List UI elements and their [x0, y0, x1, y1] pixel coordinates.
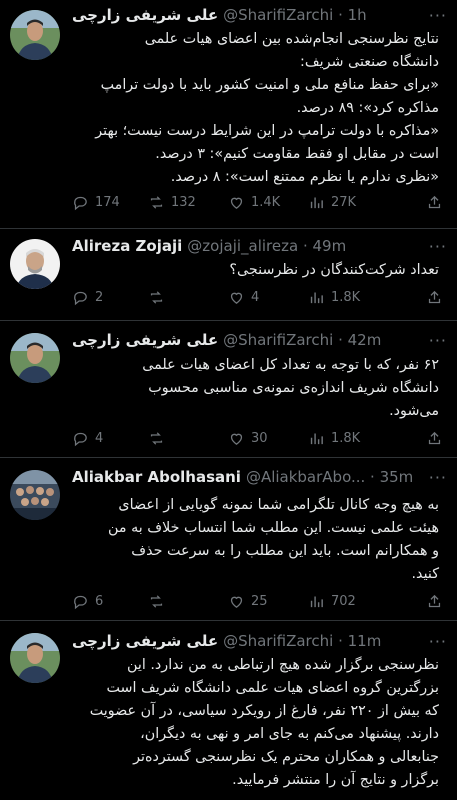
reply-count: 6	[95, 593, 104, 609]
tweet[interactable]: علی شریفی زارچی @SharifiZarchi · 1h ··· …	[0, 0, 457, 228]
like-button[interactable]: 25	[228, 593, 268, 610]
share-icon	[428, 594, 441, 607]
views-button[interactable]: 1.8K	[308, 289, 360, 306]
tweet-text: ۶۲ نفر، که با توجه به تعداد کل اعضای هیا…	[142, 357, 439, 419]
bar-chart-icon	[310, 197, 323, 208]
retweet-icon	[150, 594, 163, 608]
like-button[interactable]: 4	[228, 289, 259, 306]
tweet-actions: 4 30 1.8K	[72, 428, 443, 448]
avatar[interactable]	[10, 470, 60, 520]
reply-button[interactable]: 2	[72, 289, 103, 306]
tweet[interactable]: علی شریفی زارچی @SharifiZarchi · 42m ···…	[0, 321, 457, 457]
retweet-button[interactable]	[148, 430, 171, 447]
avatar[interactable]	[10, 633, 60, 683]
reply-icon	[74, 432, 87, 446]
heart-icon	[230, 596, 243, 608]
retweet-button[interactable]	[148, 289, 171, 306]
heart-icon	[230, 292, 243, 304]
retweet-count: 132	[171, 194, 196, 210]
share-icon	[428, 290, 441, 303]
like-button[interactable]: 30	[228, 430, 268, 447]
tweet-header: Aliakbar Abolhasani @AliakbarAbo... · 35…	[72, 466, 449, 488]
share-icon	[428, 431, 441, 444]
tweet-actions: 6 25 702	[72, 591, 443, 611]
view-count: 1.8K	[331, 430, 361, 446]
tweet-actions: 174 132 1.4K 27K	[72, 192, 443, 212]
like-count: 30	[251, 430, 268, 446]
more-options-icon[interactable]: ···	[429, 331, 447, 350]
share-button[interactable]	[426, 194, 443, 211]
tweet-header: علی شریفی زارچی @SharifiZarchi · 1h	[72, 4, 449, 26]
tweet-text: تعداد شرکت‌کنندگان در نظرسنجی؟	[229, 262, 439, 278]
views-button[interactable]: 702	[308, 593, 356, 610]
share-button[interactable]	[426, 430, 443, 447]
more-options-icon[interactable]: ···	[429, 468, 447, 487]
tweet-text: نتایج نظرسنجی انجام‌شده بین اعضای هیات ع…	[95, 31, 439, 185]
retweet-icon	[150, 431, 163, 445]
like-button[interactable]: 1.4K	[228, 194, 280, 211]
bar-chart-icon	[310, 596, 323, 607]
tweet[interactable]: Aliakbar Abolhasani @AliakbarAbo... · 35…	[0, 458, 457, 620]
author-name[interactable]: علی شریفی زارچی	[72, 6, 218, 24]
reply-count: 174	[95, 194, 120, 210]
tweet-header: Alireza Zojaji @zojaji_alireza · 49m	[72, 235, 449, 257]
retweet-icon	[150, 290, 163, 304]
retweet-icon	[150, 195, 163, 209]
reply-button[interactable]: 4	[72, 430, 103, 447]
author-handle[interactable]: @zojaji_alireza · 49m	[187, 237, 346, 255]
tweet[interactable]: Alireza Zojaji @zojaji_alireza · 49m ···…	[0, 229, 457, 320]
author-handle[interactable]: @SharifiZarchi · 1h	[223, 6, 367, 24]
views-button[interactable]: 1.8K	[308, 430, 360, 447]
like-count: 1.4K	[251, 194, 281, 210]
more-options-icon[interactable]: ···	[429, 237, 447, 256]
reply-icon	[74, 595, 87, 609]
reply-count: 2	[95, 289, 104, 305]
reply-icon	[74, 196, 87, 210]
author-handle[interactable]: @SharifiZarchi · 42m	[223, 331, 381, 349]
view-count: 702	[331, 593, 356, 609]
avatar[interactable]	[10, 239, 60, 289]
view-count: 27K	[331, 194, 357, 210]
tweet-header: علی شریفی زارچی @SharifiZarchi · 42m	[72, 329, 449, 351]
author-name[interactable]: علی شریفی زارچی	[72, 331, 218, 349]
share-icon	[428, 195, 441, 208]
reply-button[interactable]: 6	[72, 593, 103, 610]
view-count: 1.8K	[331, 289, 361, 305]
like-count: 4	[251, 289, 260, 305]
bar-chart-icon	[310, 433, 323, 444]
share-button[interactable]	[426, 289, 443, 306]
tweet-actions: 2 4 1.8K	[72, 287, 443, 307]
reply-icon	[74, 291, 87, 305]
avatar[interactable]	[10, 10, 60, 60]
reply-count: 4	[95, 430, 104, 446]
author-handle[interactable]: @SharifiZarchi · 11m	[223, 632, 381, 650]
heart-icon	[230, 433, 243, 445]
more-options-icon[interactable]: ···	[429, 632, 447, 651]
reply-button[interactable]: 174	[72, 194, 120, 211]
tweet-header: علی شریفی زارچی @SharifiZarchi · 11m	[72, 630, 449, 652]
tweet-text: به هیچ وجه کانال تلگرامی شما نمونه گویای…	[108, 497, 439, 582]
like-count: 25	[251, 593, 268, 609]
author-name[interactable]: علی شریفی زارچی	[72, 632, 218, 650]
tweet[interactable]: علی شریفی زارچی @SharifiZarchi · 11m ···…	[0, 621, 457, 800]
share-button[interactable]	[426, 593, 443, 610]
author-name[interactable]: Alireza Zojaji	[72, 237, 182, 255]
bar-chart-icon	[310, 292, 323, 303]
retweet-button[interactable]	[148, 593, 171, 610]
timeline: علی شریفی زارچی @SharifiZarchi · 1h ··· …	[0, 0, 457, 800]
views-button[interactable]: 27K	[308, 194, 356, 211]
author-handle[interactable]: @AliakbarAbo... · 35m	[246, 468, 413, 486]
avatar[interactable]	[10, 333, 60, 383]
heart-icon	[230, 197, 243, 209]
more-options-icon[interactable]: ···	[429, 6, 447, 25]
retweet-button[interactable]: 132	[148, 194, 196, 211]
tweet-text: نظرسنجی برگزار شده هیچ ارتباطی به من ندا…	[89, 657, 439, 788]
author-name[interactable]: Aliakbar Abolhasani	[72, 468, 241, 486]
